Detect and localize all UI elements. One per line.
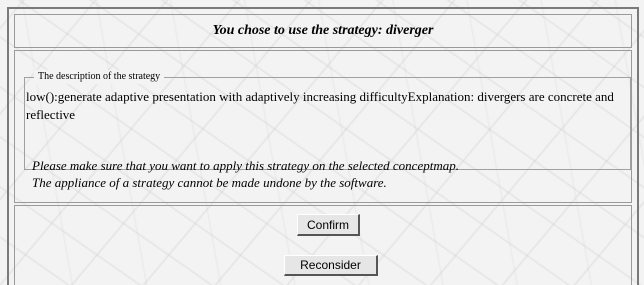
confirm-button[interactable]: Confirm xyxy=(297,214,360,236)
warning-line-1: Please make sure that you want to apply … xyxy=(32,158,459,173)
reconsider-button[interactable]: Reconsider xyxy=(284,255,378,276)
page-title-text: You chose to use the strategy: diverger xyxy=(212,23,434,38)
warning-line-2: The appliance of a strategy cannot be ma… xyxy=(32,175,387,190)
warning-message: Please make sure that you want to apply … xyxy=(32,157,627,191)
page-title: You chose to use the strategy: diverger xyxy=(14,14,632,48)
description-legend: The description of the strategy xyxy=(34,70,165,84)
description-text: low():generate adaptive presentation wit… xyxy=(26,89,614,122)
